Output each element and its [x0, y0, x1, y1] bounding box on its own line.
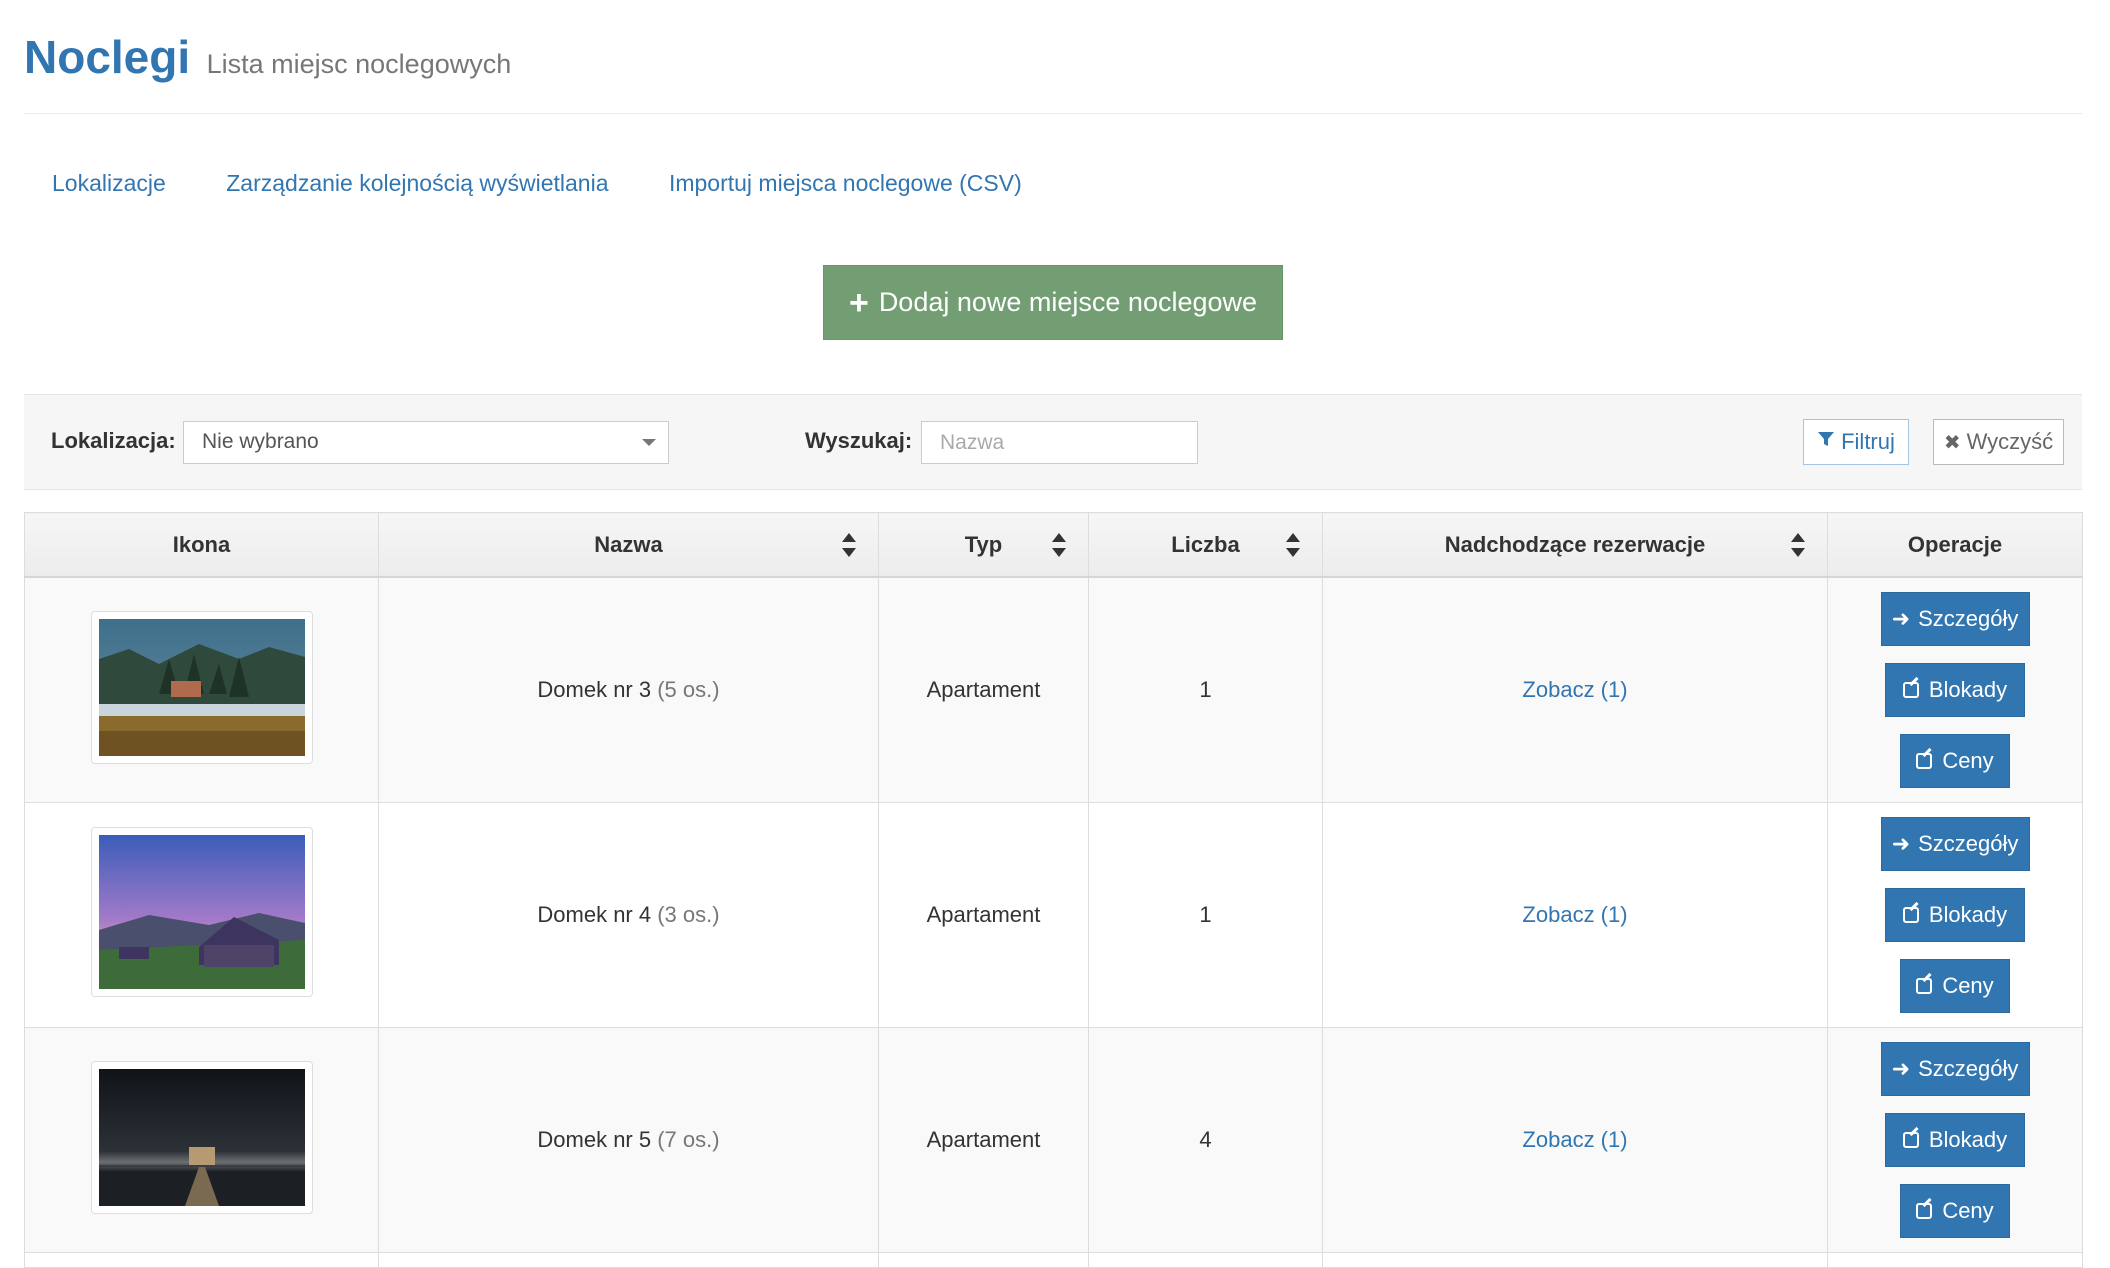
edit-icon	[1916, 1203, 1933, 1219]
page-subtitle: Lista miejsc noclegowych	[206, 49, 512, 79]
details-button[interactable]: ➜ Szczegóły	[1880, 1042, 2030, 1096]
column-header-type[interactable]: Typ	[878, 512, 1089, 578]
search-input[interactable]	[921, 421, 1198, 464]
link-import-csv[interactable]: Importuj miejsca noclegowe (CSV)	[669, 170, 1022, 196]
filter-bar: Lokalizacja: Nie wybrano Wyszukaj: Filtr…	[24, 394, 2082, 490]
link-locations[interactable]: Lokalizacje	[52, 170, 166, 196]
cabin-sunset-photo	[98, 835, 305, 989]
clear-button[interactable]: ✖ Wyczyść	[1933, 419, 2064, 465]
type-cell: Apartament	[878, 576, 1089, 803]
column-header-icon: Ikona	[24, 512, 379, 578]
location-select[interactable]: Nie wybrano	[183, 421, 669, 464]
edit-icon	[1902, 682, 1919, 698]
capacity: (7 os.)	[657, 1127, 720, 1152]
column-header-reservations[interactable]: Nadchodzące rezerwacje	[1322, 512, 1828, 578]
capacity: (3 os.)	[657, 902, 720, 927]
accommodation-table: Ikona Nazwa Typ Liczba Nadchodzące rezer…	[24, 512, 2083, 1268]
prices-button[interactable]: Ceny	[1900, 959, 2010, 1013]
operations-cell: ➜ Szczegóły Blokady Ceny	[1827, 1027, 2083, 1253]
reservations-cell: Zobacz (1)	[1322, 576, 1828, 803]
sort-icon	[1286, 533, 1300, 557]
edit-icon	[1916, 978, 1933, 994]
thumbnail[interactable]	[90, 1060, 313, 1214]
reservations-link[interactable]: Zobacz (1)	[1522, 902, 1627, 927]
arrow-right-icon: ➜	[1891, 1056, 1911, 1081]
reservations-cell: Zobacz (1)	[1322, 1027, 1828, 1253]
add-accommodation-button[interactable]: + Dodaj nowe miejsce noclegowe	[823, 265, 1283, 340]
search-label: Wyszukaj:	[805, 428, 913, 453]
filter-button-label: Filtruj	[1841, 429, 1895, 454]
prices-button[interactable]: Ceny	[1900, 1184, 2010, 1238]
clear-button-label: Wyczyść	[1966, 429, 2054, 454]
details-button[interactable]: ➜ Szczegóły	[1880, 592, 2030, 646]
table-row: Domek nr 4 (3 os.) Apartament 1 Zobacz (…	[24, 802, 2083, 1028]
column-header-name[interactable]: Nazwa	[378, 512, 879, 578]
table-row: Domek nr 5 (7 os.) Apartament 4 Zobacz (…	[24, 1027, 2083, 1253]
reservations-cell: Zobacz (1)	[1322, 802, 1828, 1028]
thumbnail-cell	[24, 802, 379, 1028]
accommodation-name: Domek nr 3	[537, 677, 652, 702]
accommodation-name: Domek nr 4	[537, 902, 652, 927]
add-accommodation-label: Dodaj nowe miejsce noclegowe	[878, 287, 1258, 317]
blocks-button[interactable]: Blokady	[1885, 888, 2025, 942]
reservations-link[interactable]: Zobacz (1)	[1522, 677, 1627, 702]
thumbnail-cell	[24, 576, 379, 803]
thumbnail[interactable]	[90, 827, 313, 997]
pier-night-photo	[98, 1068, 305, 1206]
chevron-down-icon	[642, 439, 656, 446]
location-label: Lokalizacja:	[51, 428, 176, 453]
column-header-count[interactable]: Liczba	[1088, 512, 1323, 578]
table-header-row: Ikona Nazwa Typ Liczba Nadchodzące rezer…	[24, 512, 2083, 578]
edit-icon	[1902, 907, 1919, 923]
count-cell: 1	[1088, 576, 1323, 803]
page-header: Noclegi Lista miejsc noclegowych	[24, 30, 2082, 114]
thumbnail[interactable]	[90, 610, 313, 764]
count-cell: 4	[1088, 1027, 1323, 1253]
cabin-lake-photo	[98, 618, 305, 756]
blocks-button[interactable]: Blokady	[1885, 663, 2025, 717]
sort-icon	[1052, 533, 1066, 557]
name-cell: Domek nr 3 (5 os.)	[378, 576, 879, 803]
page: Noclegi Lista miejsc noclegowych Lokaliz…	[0, 0, 2110, 1268]
details-button[interactable]: ➜ Szczegóły	[1880, 817, 2030, 871]
top-links: Lokalizacje Zarządzanie kolejnością wyśw…	[52, 170, 1078, 197]
table-row	[24, 1252, 2083, 1268]
capacity: (5 os.)	[657, 677, 720, 702]
edit-icon	[1902, 1132, 1919, 1148]
type-cell: Apartament	[878, 802, 1089, 1028]
filter-button[interactable]: Filtruj	[1803, 419, 1909, 465]
prices-button[interactable]: Ceny	[1900, 734, 2010, 788]
operations-cell: ➜ Szczegóły Blokady Ceny	[1827, 802, 2083, 1028]
sort-icon	[842, 533, 856, 557]
name-cell: Domek nr 5 (7 os.)	[378, 1027, 879, 1253]
table-row: Domek nr 3 (5 os.) Apartament 1 Zobacz (…	[24, 576, 2083, 803]
reservations-link[interactable]: Zobacz (1)	[1522, 1127, 1627, 1152]
count-cell: 1	[1088, 802, 1323, 1028]
plus-icon: +	[848, 283, 869, 322]
close-icon: ✖	[1943, 431, 1961, 454]
blocks-button[interactable]: Blokady	[1885, 1113, 2025, 1167]
location-select-value: Nie wybrano	[202, 430, 319, 453]
type-cell: Apartament	[878, 1027, 1089, 1253]
arrow-right-icon: ➜	[1891, 831, 1911, 856]
sort-icon	[1791, 533, 1805, 557]
arrow-right-icon: ➜	[1891, 606, 1911, 631]
link-display-order[interactable]: Zarządzanie kolejnością wyświetlania	[226, 170, 608, 196]
column-header-operations: Operacje	[1827, 512, 2083, 578]
filter-icon	[1817, 430, 1835, 454]
operations-cell: ➜ Szczegóły Blokady Ceny	[1827, 576, 2083, 803]
edit-icon	[1916, 753, 1933, 769]
page-title: Noclegi	[24, 31, 191, 83]
name-cell: Domek nr 4 (3 os.)	[378, 802, 879, 1028]
accommodation-name: Domek nr 5	[537, 1127, 652, 1152]
thumbnail-cell	[24, 1027, 379, 1253]
